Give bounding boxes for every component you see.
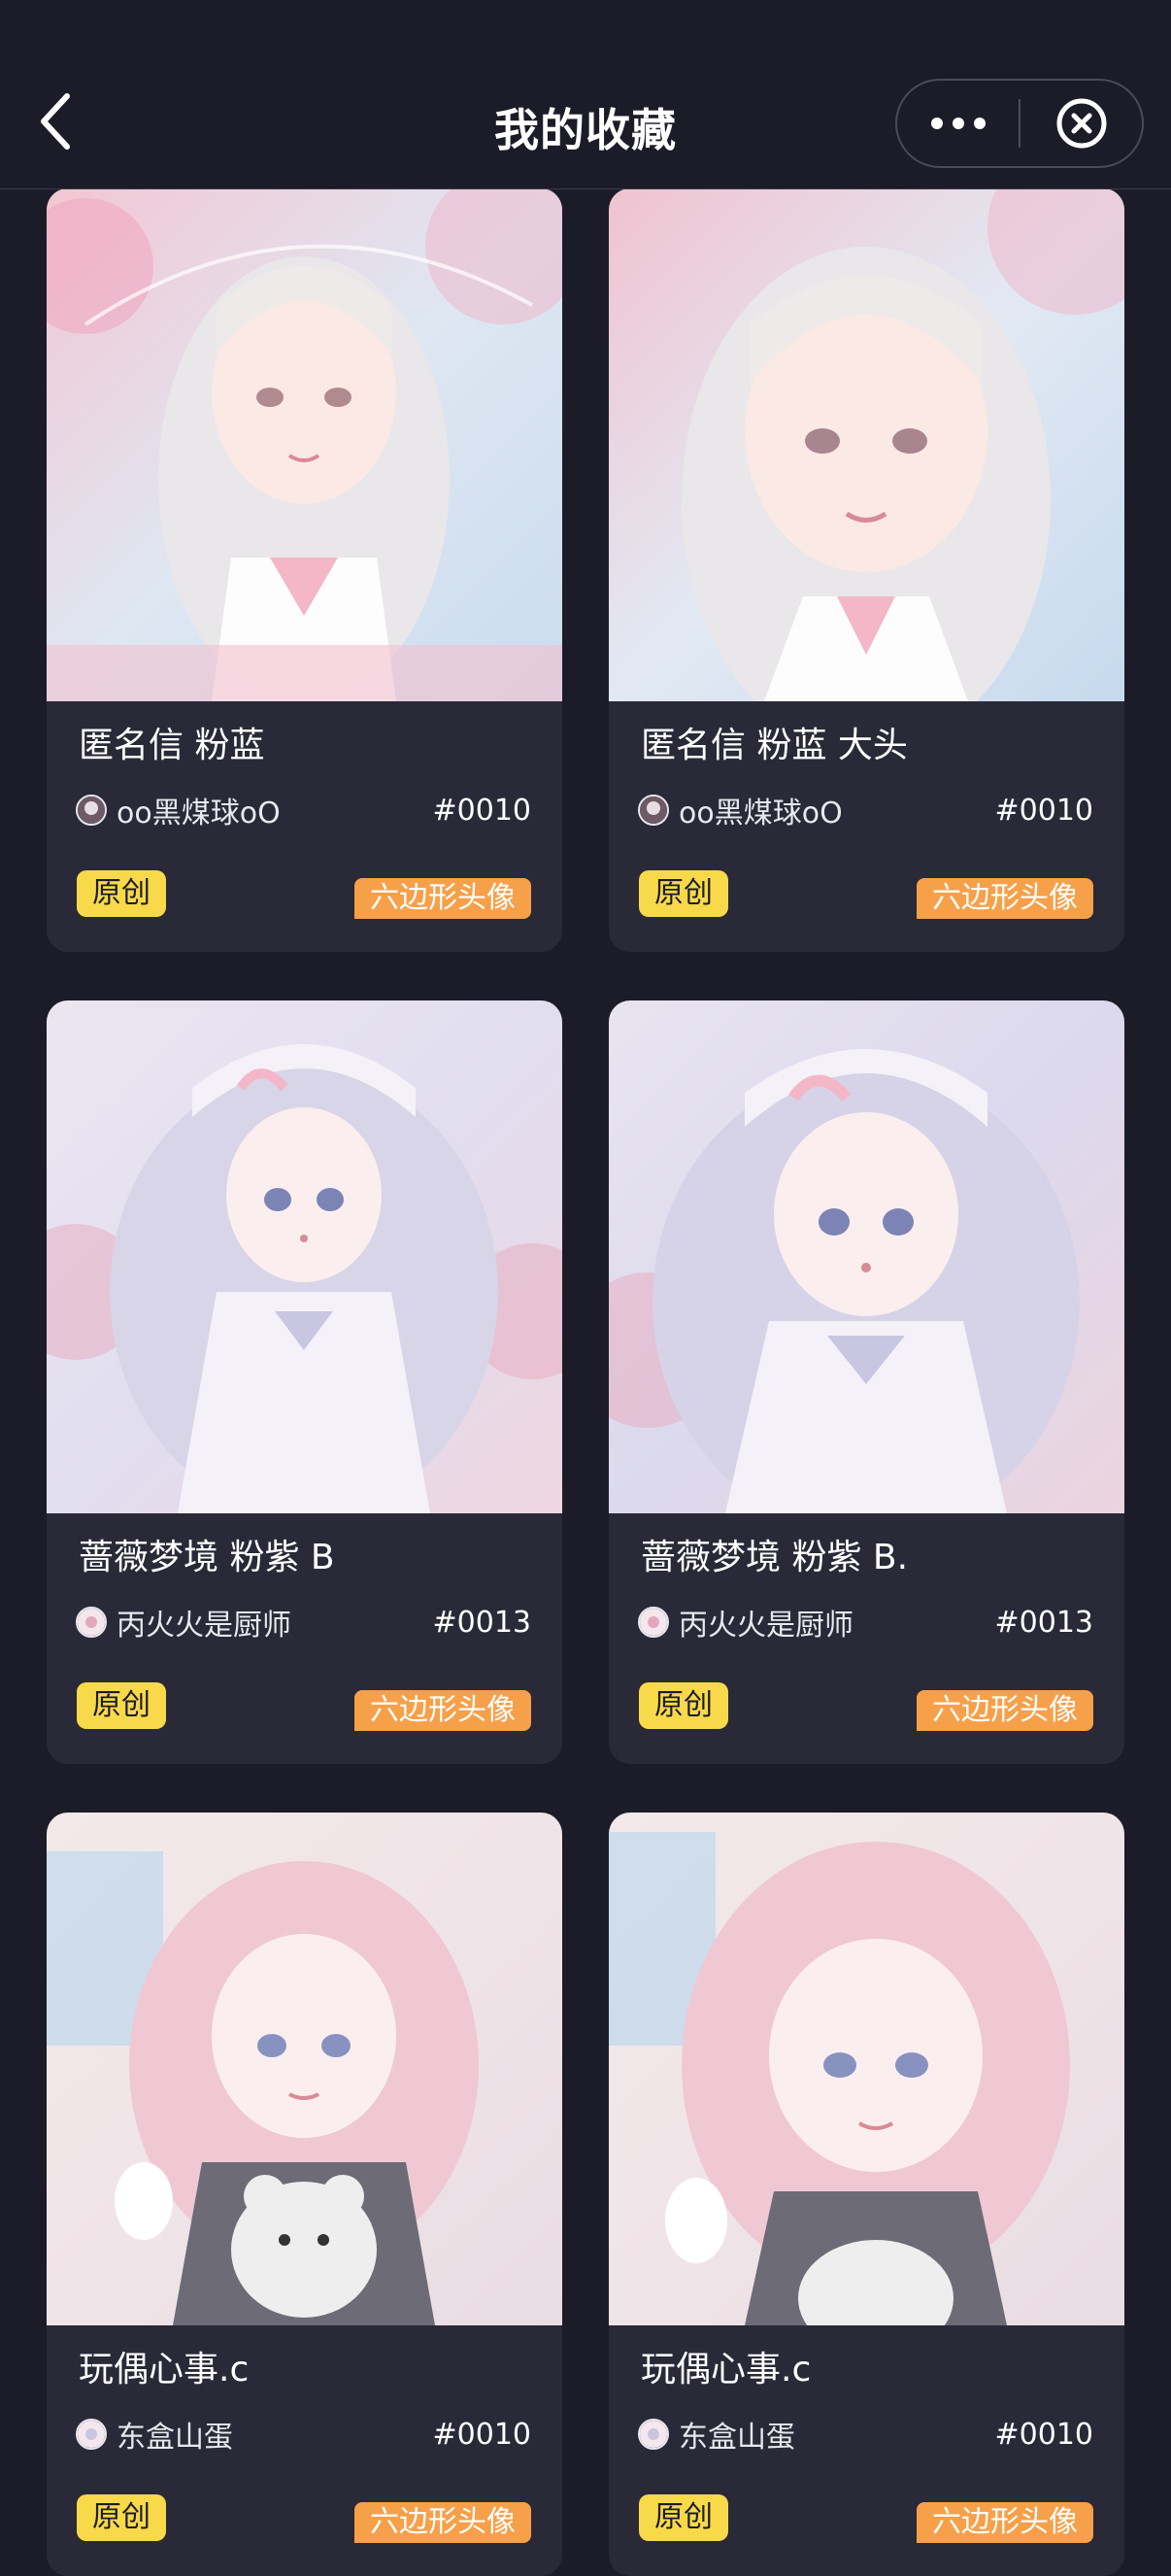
artwork-image [47, 1000, 562, 1513]
author-row: 东盒山蛋 #0010 [76, 2413, 531, 2456]
author-name: 东盒山蛋 [117, 2421, 233, 2455]
author-row: oo黑煤球oO #0010 [638, 789, 1093, 831]
avatar [76, 2419, 107, 2450]
mini-program-capsule [895, 79, 1144, 168]
author-row: 丙火火是厨师 #0013 [76, 1601, 531, 1644]
favorite-card[interactable]: 蔷薇梦境 粉紫 B 丙火火是厨师 #0013 原创 六边形头像 [47, 1000, 562, 1764]
artwork-image [47, 1813, 562, 2325]
artwork-image [47, 188, 562, 701]
more-dots-icon [930, 118, 986, 129]
favorite-card[interactable]: 匿名信 粉蓝 大头 oo黑煤球oO #0010 原创 六边形头像 [609, 188, 1124, 952]
type-badge: 六边形头像 [917, 2502, 1093, 2543]
original-badge: 原创 [639, 2494, 728, 2541]
artwork-image [609, 188, 1124, 701]
close-button[interactable] [1020, 81, 1142, 166]
card-title: 蔷薇梦境 粉紫 B. [641, 1538, 909, 1577]
card-title: 玩偶心事.c [79, 2350, 250, 2390]
more-button[interactable] [897, 81, 1019, 166]
navigation-bar: 我的收藏 [0, 0, 1171, 189]
avatar [76, 1607, 107, 1638]
card-number: #0010 [994, 793, 1093, 828]
card-title: 匿名信 粉蓝 大头 [641, 726, 908, 765]
card-title: 匿名信 粉蓝 [79, 726, 265, 765]
avatar [76, 795, 107, 826]
card-number: #0010 [432, 2417, 531, 2452]
avatar [638, 1607, 669, 1638]
original-badge: 原创 [77, 870, 166, 917]
original-badge: 原创 [77, 2494, 166, 2541]
type-badge: 六边形头像 [354, 2502, 531, 2543]
avatar [638, 795, 669, 826]
favorite-card[interactable]: 蔷薇梦境 粉紫 B. 丙火火是厨师 #0013 原创 六边形头像 [609, 1000, 1124, 1764]
author-name: oo黑煤球oO [117, 797, 281, 830]
author-name: 丙火火是厨师 [117, 1609, 291, 1643]
favorite-card[interactable]: 玩偶心事.c 东盒山蛋 #0010 原创 六边形头像 [47, 1813, 562, 2576]
avatar [638, 2419, 669, 2450]
type-badge: 六边形头像 [354, 878, 531, 919]
artwork-image [609, 1000, 1124, 1513]
author-row: 东盒山蛋 #0010 [638, 2413, 1093, 2456]
author-row: oo黑煤球oO #0010 [76, 789, 531, 831]
type-badge: 六边形头像 [354, 1690, 531, 1731]
favorite-card[interactable]: 匿名信 粉蓝 oo黑煤球oO #0010 原创 六边形头像 [47, 188, 562, 952]
card-title: 蔷薇梦境 粉紫 B [79, 1538, 335, 1577]
original-badge: 原创 [639, 870, 728, 917]
author-name: 东盒山蛋 [679, 2421, 795, 2455]
close-circle-icon [1056, 98, 1106, 149]
card-number: #0010 [432, 793, 531, 828]
card-title: 玩偶心事.c [641, 2350, 812, 2390]
author-row: 丙火火是厨师 #0013 [638, 1601, 1093, 1644]
author-name: 丙火火是厨师 [679, 1609, 853, 1643]
favorite-card[interactable]: 玩偶心事.c 东盒山蛋 #0010 原创 六边形头像 [609, 1813, 1124, 2576]
card-number: #0013 [994, 1605, 1093, 1640]
card-number: #0010 [994, 2417, 1093, 2452]
card-number: #0013 [432, 1605, 531, 1640]
original-badge: 原创 [77, 1682, 166, 1729]
artwork-image [609, 1813, 1124, 2325]
type-badge: 六边形头像 [917, 878, 1093, 919]
author-name: oo黑煤球oO [679, 797, 843, 830]
type-badge: 六边形头像 [917, 1690, 1093, 1731]
original-badge: 原创 [639, 1682, 728, 1729]
